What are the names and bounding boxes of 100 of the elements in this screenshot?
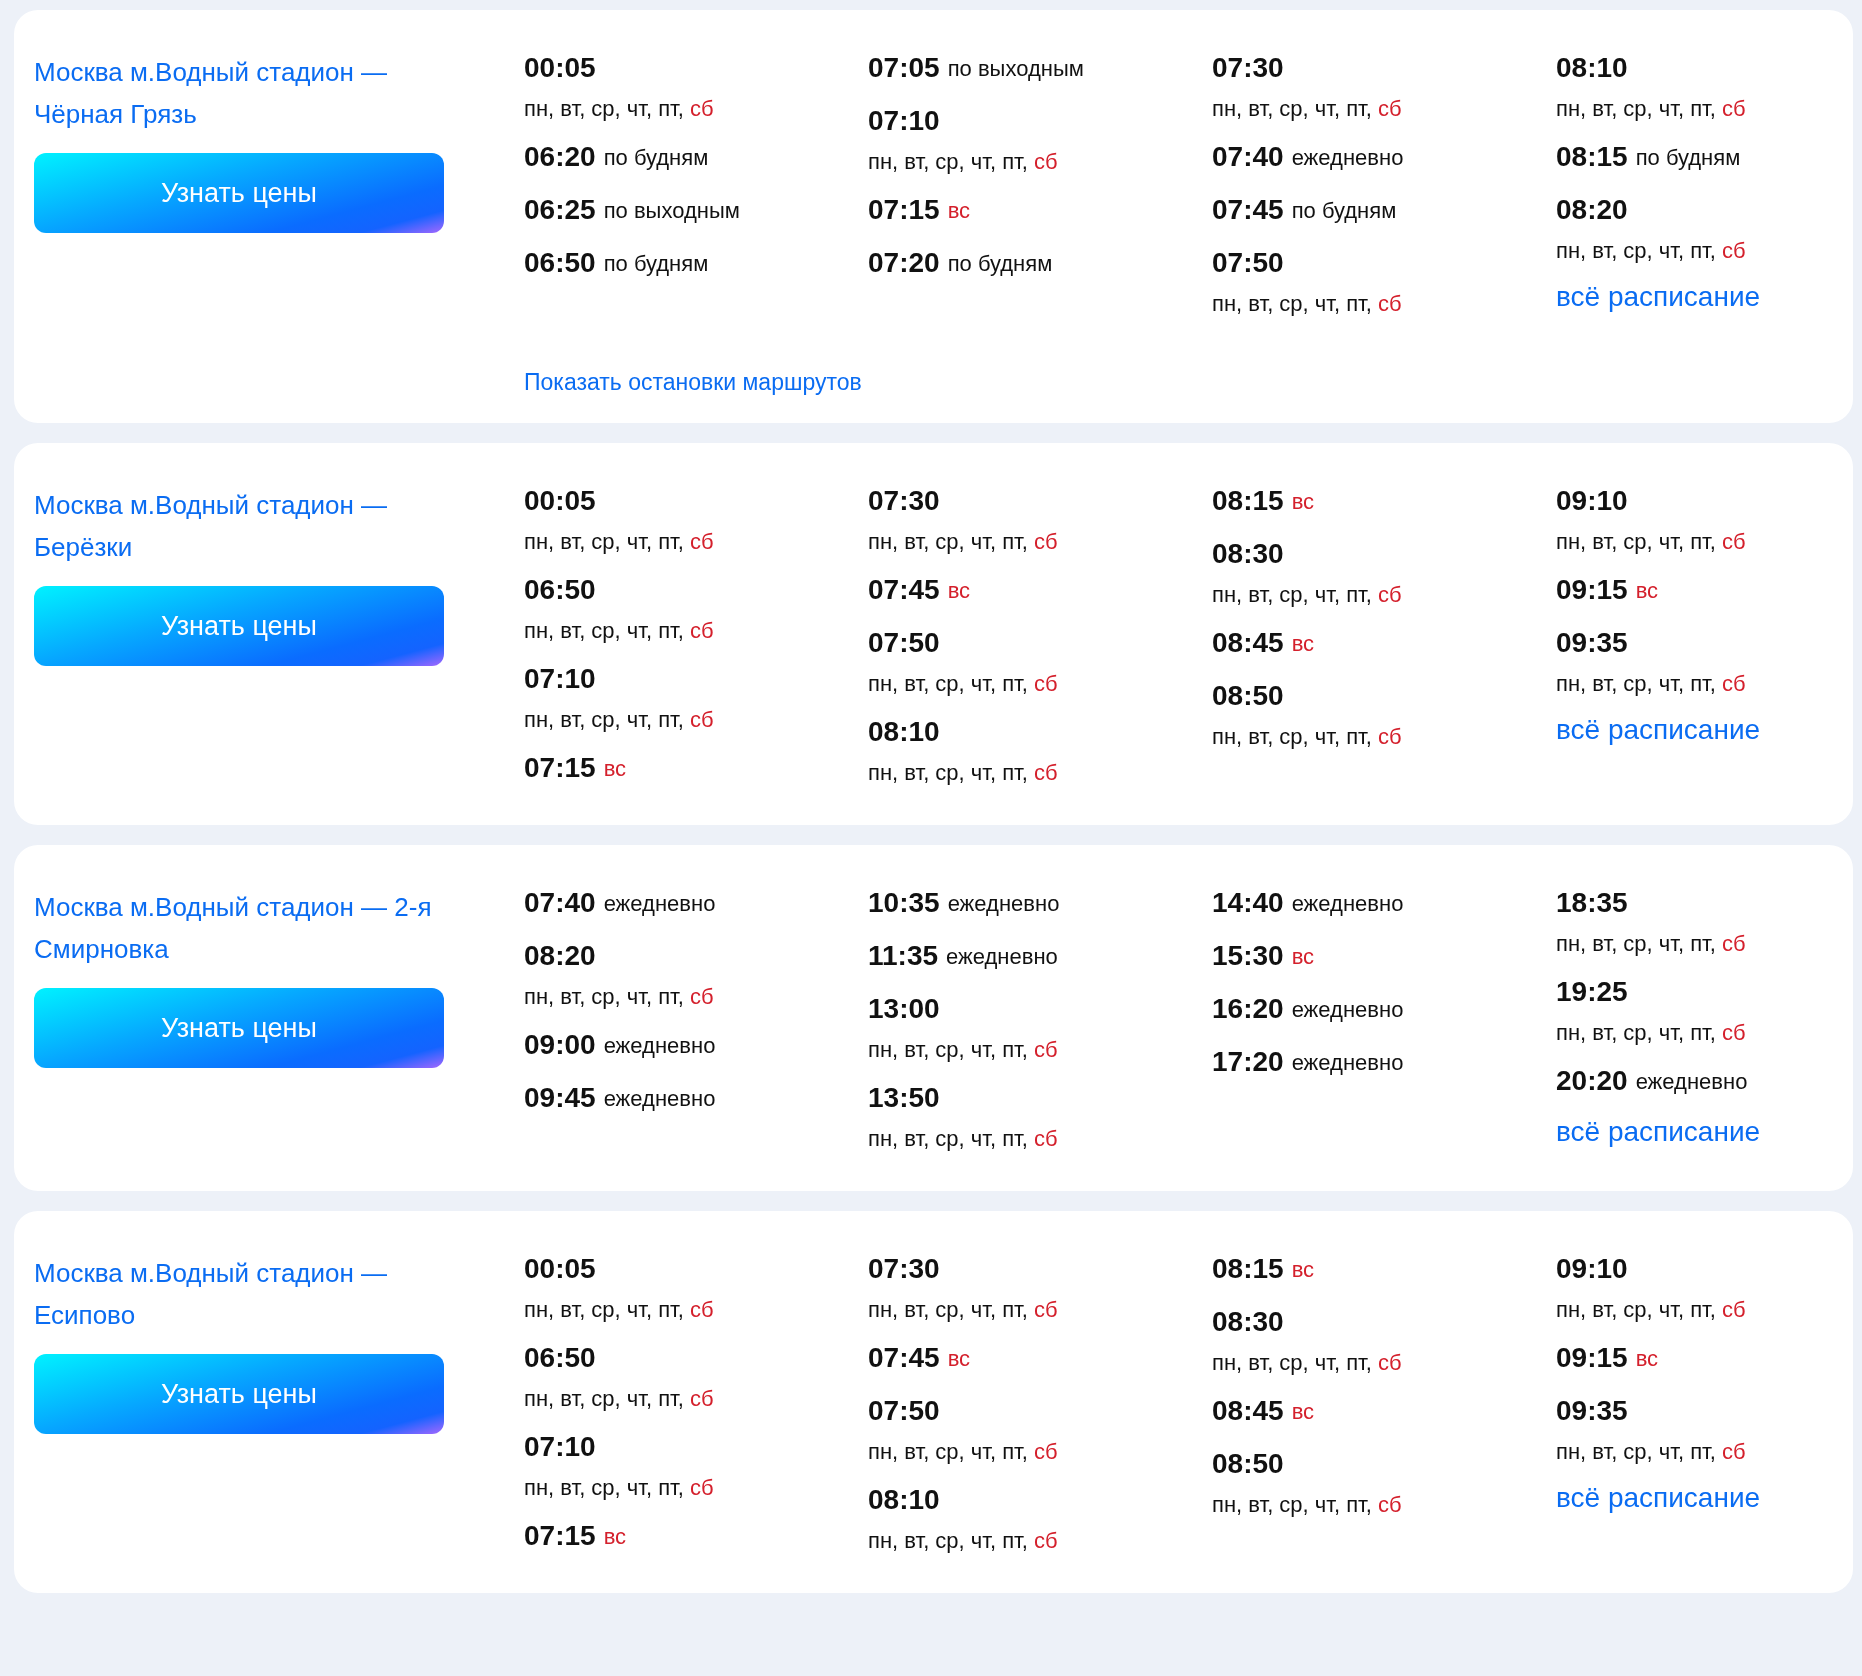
departure-time: 11:35 [868, 939, 939, 973]
departure-time: 06:50 [524, 246, 596, 280]
schedule-note: ежедневно [603, 1031, 716, 1060]
departure-time: 07:30 [1212, 51, 1284, 85]
departure-time: 07:40 [1212, 140, 1284, 174]
weekdays-text: пн, вт, ср, чт, пт, сб [1212, 290, 1402, 318]
departure-time: 07:45 [868, 573, 940, 607]
schedule-note: ежедневно [946, 942, 1058, 971]
departure-time: 08:20 [524, 939, 596, 973]
show-stops-link[interactable]: Показать остановки маршрутов [524, 365, 862, 399]
departure-time: 06:20 [524, 140, 596, 174]
departure-time: 09:00 [524, 1028, 596, 1062]
departure-time: 08:10 [868, 715, 940, 749]
departure-time: 13:00 [868, 992, 940, 1026]
departure-time: 07:10 [524, 662, 596, 696]
departure-time: 09:45 [524, 1081, 596, 1115]
departure-time: 08:10 [1556, 51, 1628, 85]
schedule-note: по будням [1635, 143, 1741, 172]
departure-time: 07:15 [868, 193, 940, 227]
schedule-note: ежедневно [1291, 995, 1404, 1024]
schedule-note: ежедневно [947, 889, 1060, 918]
departure-time: 08:45 [1212, 626, 1284, 660]
departure-time: 08:10 [868, 1483, 940, 1517]
weekdays-text: пн, вт, ср, чт, пт, сб [868, 1296, 1058, 1324]
weekdays-text: пн, вт, ср, чт, пт, сб [1556, 1296, 1746, 1324]
weekdays-text: пн, вт, ср, чт, пт, сб [524, 1296, 714, 1324]
departure-time: 18:35 [1556, 886, 1628, 920]
schedule-note: вс [1635, 576, 1659, 605]
weekdays-text: пн, вт, ср, чт, пт, сб [868, 759, 1058, 787]
weekdays-text: пн, вт, ср, чт, пт, сб [1556, 1019, 1746, 1047]
departure-time: 07:05 [868, 51, 940, 85]
weekdays-text: пн, вт, ср, чт, пт, сб [1556, 95, 1746, 123]
schedule-note: вс [1291, 942, 1315, 971]
weekdays-text: пн, вт, ср, чт, пт, сб [1212, 1349, 1402, 1377]
departure-time: 06:50 [524, 1341, 596, 1375]
route-title-link[interactable]: Москва м.Водный стадион — Есипово [34, 1252, 444, 1336]
departure-time: 19:25 [1556, 975, 1628, 1009]
departure-time: 09:15 [1556, 573, 1628, 607]
schedule-note: по будням [947, 249, 1053, 278]
departure-time: 09:35 [1556, 1394, 1628, 1428]
departure-time: 15:30 [1212, 939, 1284, 973]
schedule-note: вс [947, 576, 971, 605]
departure-time: 08:45 [1212, 1394, 1284, 1428]
departure-time: 08:30 [1212, 1305, 1284, 1339]
departure-time: 07:40 [524, 886, 596, 920]
departure-time: 08:30 [1212, 537, 1284, 571]
departure-time: 07:50 [1212, 246, 1284, 280]
weekdays-text: пн, вт, ср, чт, пт, сб [1556, 1438, 1746, 1466]
weekdays-text: пн, вт, ср, чт, пт, сб [868, 670, 1058, 698]
departure-time: 07:45 [868, 1341, 940, 1375]
weekdays-text: пн, вт, ср, чт, пт, сб [524, 1474, 714, 1502]
schedule-note: ежедневно [603, 1084, 716, 1113]
get-prices-button[interactable]: Узнать цены [34, 586, 444, 666]
weekdays-text: пн, вт, ср, чт, пт, сб [524, 1385, 714, 1413]
departure-time: 00:05 [524, 1252, 596, 1286]
get-prices-button[interactable]: Узнать цены [34, 1354, 444, 1434]
departure-time: 08:15 [1556, 140, 1628, 174]
departure-time: 08:50 [1212, 1447, 1284, 1481]
departure-time: 07:10 [868, 104, 940, 138]
departure-time: 06:25 [524, 193, 596, 227]
schedule-note: ежедневно [1291, 889, 1404, 918]
full-schedule-link[interactable]: всё расписание [1556, 281, 1761, 312]
departure-time: 09:10 [1556, 484, 1628, 518]
schedule-note: вс [947, 196, 971, 225]
weekdays-text: пн, вт, ср, чт, пт, сб [868, 1125, 1058, 1153]
schedule-note: по будням [603, 143, 709, 172]
route-title-link[interactable]: Москва м.Водный стадион — 2-я Смирновка [34, 886, 444, 970]
route-title-link[interactable]: Москва м.Водный стадион — Чёрная Грязь [34, 51, 444, 135]
weekdays-text: пн, вт, ср, чт, пт, сб [868, 1438, 1058, 1466]
schedule-note: вс [603, 754, 627, 783]
schedule-note: по будням [603, 249, 709, 278]
departure-time: 07:15 [524, 1519, 596, 1553]
departure-time: 07:50 [868, 1394, 940, 1428]
full-schedule-link[interactable]: всё расписание [1556, 1482, 1761, 1513]
departure-time: 09:35 [1556, 626, 1628, 660]
departure-time: 16:20 [1212, 992, 1284, 1026]
departure-time: 13:50 [868, 1081, 940, 1115]
get-prices-button[interactable]: Узнать цены [34, 153, 444, 233]
departure-time: 07:30 [868, 1252, 940, 1286]
departure-time: 09:15 [1556, 1341, 1628, 1375]
departure-time: 08:50 [1212, 679, 1284, 713]
schedule-note: ежедневно [1635, 1067, 1748, 1096]
weekdays-text: пн, вт, ср, чт, пт, сб [524, 706, 714, 734]
route-title-link[interactable]: Москва м.Водный стадион — Берёзки [34, 484, 444, 568]
schedule-note: вс [603, 1522, 627, 1551]
departure-time: 08:20 [1556, 193, 1628, 227]
weekdays-text: пн, вт, ср, чт, пт, сб [1212, 95, 1402, 123]
full-schedule-link[interactable]: всё расписание [1556, 714, 1761, 745]
weekdays-text: пн, вт, ср, чт, пт, сб [1556, 237, 1746, 265]
full-schedule-link[interactable]: всё расписание [1556, 1116, 1761, 1147]
schedule-note: по выходным [947, 54, 1084, 83]
departure-time: 07:20 [868, 246, 940, 280]
departure-time: 14:40 [1212, 886, 1284, 920]
weekdays-text: пн, вт, ср, чт, пт, сб [524, 528, 714, 556]
departure-time: 07:30 [868, 484, 940, 518]
schedule-note: вс [1291, 629, 1315, 658]
get-prices-button[interactable]: Узнать цены [34, 988, 444, 1068]
departure-time: 00:05 [524, 51, 596, 85]
departure-time: 07:50 [868, 626, 940, 660]
weekdays-text: пн, вт, ср, чт, пт, сб [1212, 723, 1402, 751]
